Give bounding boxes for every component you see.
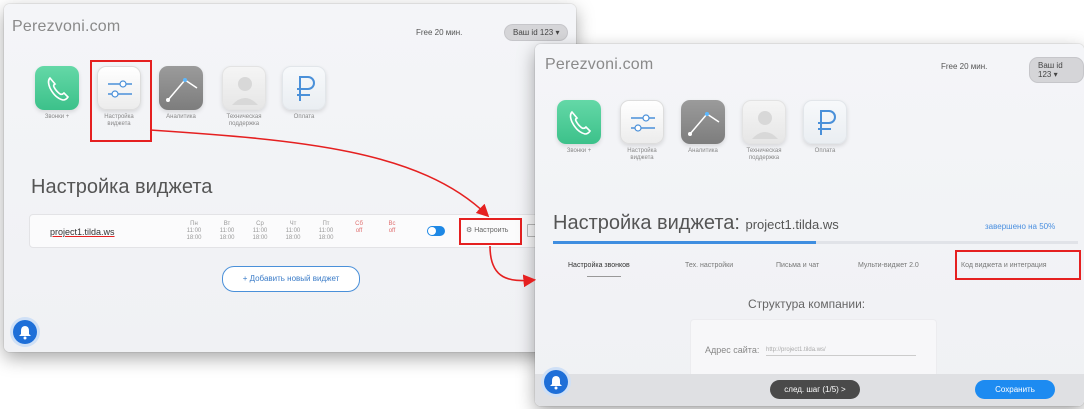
- schedule-day: Пт 11:00 18:00: [315, 221, 337, 242]
- day-from: off: [388, 228, 396, 234]
- schedule-day: Пн 11:00 18:00: [183, 221, 205, 242]
- chart-line-icon: [166, 78, 198, 102]
- page-title-text: Настройка виджета:: [553, 212, 740, 234]
- day-name: Чт: [289, 221, 297, 227]
- tab-call-settings[interactable]: Настройка звонков: [568, 262, 630, 269]
- widget-settings-tile[interactable]: [620, 100, 664, 144]
- day-from: 11:00: [285, 228, 301, 234]
- calls-tile[interactable]: [557, 100, 601, 144]
- analytics-tile[interactable]: [681, 100, 725, 144]
- day-from: 11:00: [252, 228, 268, 234]
- tab-letters-chat[interactable]: Письма и чат: [776, 262, 819, 269]
- schedule-day: Ср 11:00 18:00: [249, 221, 271, 242]
- save-button[interactable]: Сохранить: [975, 380, 1055, 399]
- completion-status: завершено на 50%: [985, 222, 1056, 231]
- sliders-icon: [631, 114, 655, 132]
- highlight-box: [90, 60, 152, 142]
- tile-label: Оплата: [814, 148, 836, 154]
- page-title: Настройка виджета: project1.tilda.ws: [553, 212, 839, 235]
- day-to: 18:00: [186, 235, 202, 241]
- tile-label: Настройка виджета: [627, 148, 657, 161]
- highlight-box: [459, 218, 522, 245]
- free-minutes: Free 20 мин.: [416, 28, 463, 37]
- right-window: Perezvoni.com Free 20 мин. Ваш id 123 ▾ …: [535, 44, 1084, 406]
- bell-icon: [19, 326, 31, 340]
- add-widget-button[interactable]: + Добавить новый виджет: [222, 266, 360, 292]
- support-tile[interactable]: [222, 66, 266, 110]
- calls-tile[interactable]: [35, 66, 79, 110]
- day-name: Пт: [322, 221, 330, 227]
- tab-tech-settings[interactable]: Тех. настройки: [685, 262, 733, 269]
- day-name: Пн: [190, 221, 198, 227]
- progress-fill: [553, 241, 816, 244]
- user-id-dropdown[interactable]: Ваш id 123 ▾: [1029, 57, 1084, 83]
- nav-tile-payment[interactable]: Оплата: [279, 66, 329, 121]
- day-from: 11:00: [186, 228, 202, 234]
- nav-tile-support[interactable]: Техническая поддержка: [218, 66, 270, 128]
- next-step-button[interactable]: след. шаг (1/5) >: [770, 380, 860, 399]
- tile-label: Звонки +: [44, 114, 70, 120]
- day-from: 11:00: [219, 228, 235, 234]
- user-id-dropdown[interactable]: Ваш id 123 ▾: [504, 24, 569, 41]
- schedule-day: Чт 11:00 18:00: [282, 221, 304, 242]
- tile-label: Звонки +: [566, 148, 592, 154]
- page-title-project: project1.tilda.ws: [745, 217, 839, 232]
- highlight-box: [955, 250, 1081, 280]
- nav-tile-widget-settings[interactable]: Настройка виджета: [618, 100, 666, 162]
- schedule-day-off: Вс off: [381, 221, 403, 235]
- brand-logo[interactable]: Perezvoni.com: [545, 56, 653, 74]
- person-icon: [752, 111, 778, 139]
- day-name: Вт: [223, 221, 231, 227]
- nav-tile-support[interactable]: Техническая поддержка: [740, 100, 788, 162]
- nav-tile-calls[interactable]: Звонки +: [32, 66, 82, 121]
- ruble-icon: [818, 110, 836, 135]
- ruble-icon: [297, 76, 315, 101]
- tile-label: Техническая поддержка: [226, 114, 262, 127]
- day-from: off: [355, 228, 363, 234]
- tab-multi-widget[interactable]: Мульти-виджет 2.0: [858, 262, 919, 269]
- nav-tile-analytics[interactable]: Аналитика: [679, 100, 727, 155]
- active-tab-indicator: [587, 276, 621, 277]
- day-from: 11:00: [318, 228, 334, 234]
- tile-label: Оплата: [293, 114, 315, 120]
- day-to: 18:00: [318, 235, 334, 241]
- support-tile[interactable]: [742, 100, 786, 144]
- person-icon: [232, 77, 258, 105]
- nav-tile-analytics[interactable]: Аналитика: [156, 66, 206, 121]
- tile-label: Аналитика: [166, 114, 196, 120]
- left-window: Perezvoni.com Free 20 мин. Ваш id 123 ▾ …: [4, 4, 576, 352]
- page-title: Настройка виджета: [31, 176, 213, 198]
- day-name: Ср: [256, 221, 264, 227]
- bell-icon: [550, 376, 562, 390]
- site-label: Адрес сайта:: [705, 345, 760, 355]
- brand-logo[interactable]: Perezvoni.com: [12, 18, 120, 36]
- project-name[interactable]: project1.tilda.ws: [50, 227, 115, 237]
- analytics-tile[interactable]: [159, 66, 203, 110]
- phone-icon: [47, 76, 70, 101]
- schedule-day: Вт 11:00 18:00: [216, 221, 238, 242]
- site-input[interactable]: http://project1.tilda.ws/: [766, 347, 916, 356]
- tile-label: Аналитика: [688, 148, 718, 154]
- day-to: 18:00: [285, 235, 301, 241]
- day-to: 18:00: [252, 235, 268, 241]
- free-minutes: Free 20 мин.: [941, 62, 988, 71]
- notifications-button[interactable]: [13, 320, 37, 344]
- tile-label: Техническая поддержка: [746, 148, 782, 161]
- nav-tile-calls[interactable]: Звонки +: [555, 100, 603, 155]
- payment-tile[interactable]: [803, 100, 847, 144]
- payment-tile[interactable]: [282, 66, 326, 110]
- widget-enabled-toggle[interactable]: [427, 226, 445, 236]
- day-to: 18:00: [219, 235, 235, 241]
- notifications-button[interactable]: [544, 370, 568, 394]
- chart-line-icon: [688, 112, 720, 136]
- section-title: Структура компании:: [748, 297, 866, 311]
- day-name: Вс: [388, 221, 396, 227]
- phone-icon: [569, 110, 592, 135]
- day-name: Сб: [355, 221, 363, 227]
- progress-bar: [553, 241, 1078, 244]
- nav-tile-payment[interactable]: Оплата: [801, 100, 849, 155]
- schedule-day-off: Сб off: [348, 221, 370, 235]
